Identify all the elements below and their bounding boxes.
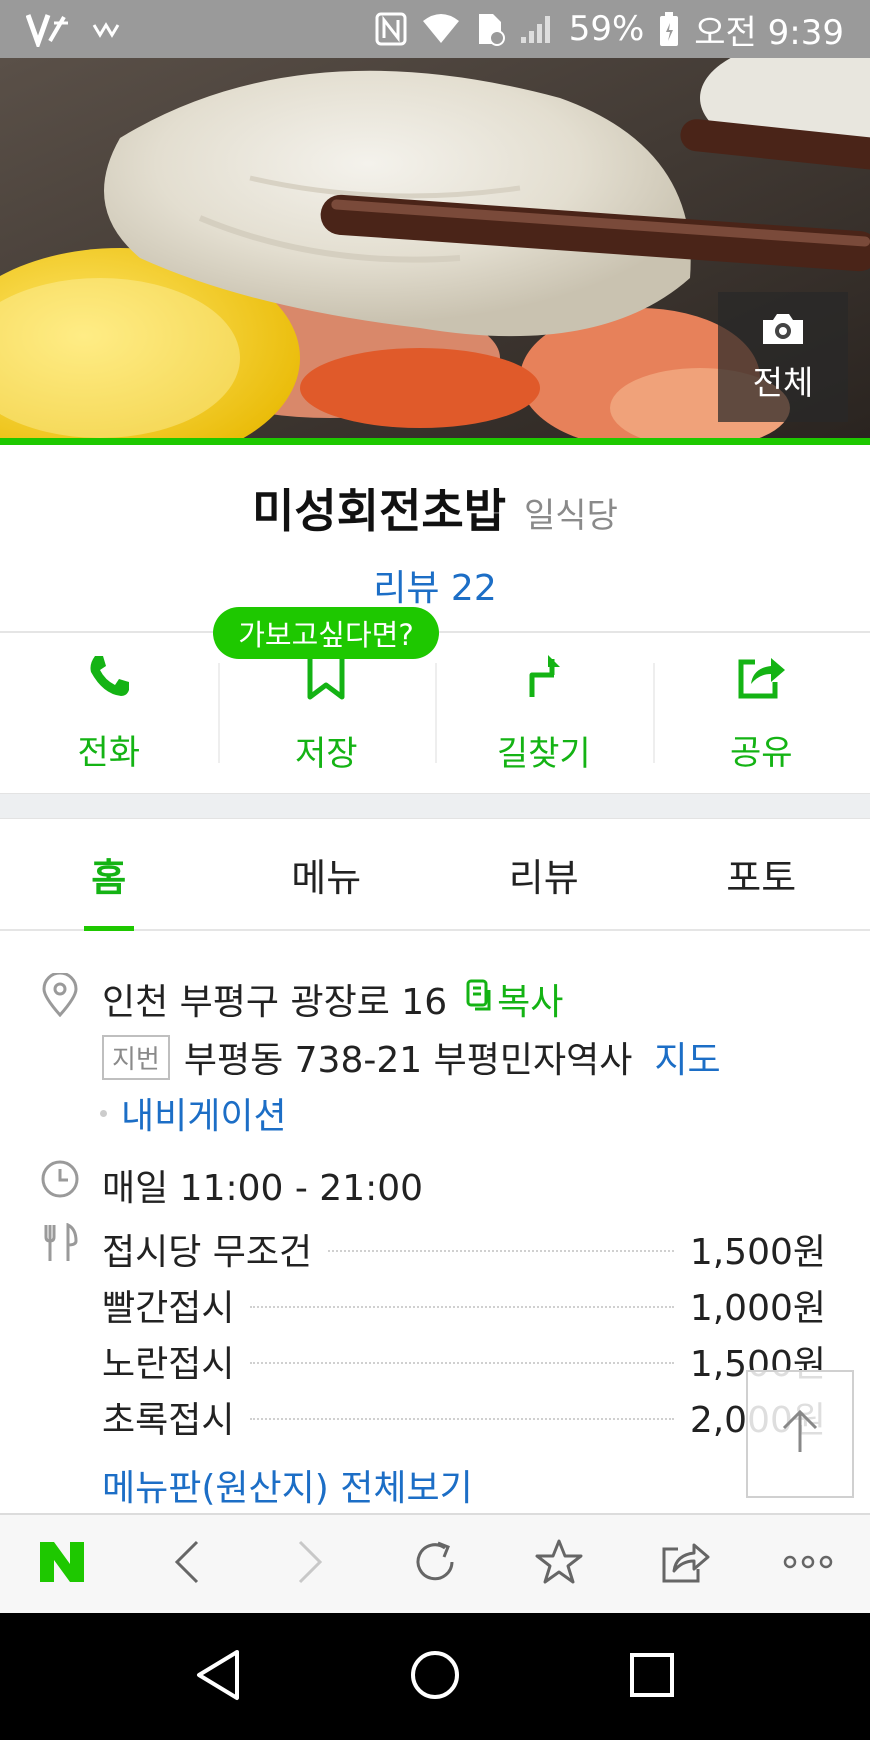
android-back-button[interactable] [173,1632,263,1722]
chevron-right-icon [296,1538,326,1590]
signal-icon [519,13,555,45]
bookmark-icon [304,651,348,710]
share-icon [735,652,787,709]
browser-toolbar [0,1513,870,1613]
android-recents-button[interactable] [607,1632,697,1722]
photo-all-button[interactable]: 전체 [718,292,848,422]
clock: 오전 9:39 [694,12,844,53]
leader-dots [250,1418,674,1420]
map-link[interactable]: 지도 [654,1031,720,1083]
menu-item-price: 1,500원 [689,1232,826,1273]
nfc-icon [375,12,407,46]
business-hours: 매일 11:00 - 21:00 [102,1168,424,1209]
save-tooltip: 가보고싶다면? [213,607,439,659]
naver-logo-icon [38,1540,86,1588]
menu-item-name: 노란접시 [102,1344,235,1385]
copy-icon [465,978,493,1021]
menu-item: 빨간접시 1,000원 [102,1277,826,1333]
navigation-link[interactable]: 내비게이션 [121,1087,287,1139]
android-navigation-bar [0,1613,870,1740]
bookmark-star-button[interactable] [519,1524,599,1604]
road-address: 인천 부평구 광장로 16 복사 [102,973,563,1025]
clock-icon [40,1159,80,1199]
directions-label: 길찾기 [496,734,591,774]
circle-home-icon [408,1648,462,1706]
road-address-text: 인천 부평구 광장로 16 [102,982,448,1023]
more-button[interactable] [768,1524,848,1604]
photo-all-label: 전체 [752,363,814,402]
wifi-icon [421,13,461,45]
leader-dots [328,1250,674,1252]
share-label: 공유 [729,733,793,773]
hero-photo[interactable]: 전체 [0,58,870,438]
directions-icon [520,651,568,710]
section-gap [0,793,870,819]
call-label: 전화 [77,733,141,773]
app-notification-icon [92,19,122,39]
battery-percent: 59% [568,9,645,49]
menu-item-price: 1,000원 [689,1288,826,1329]
more-dots-icon [782,1554,834,1574]
leader-dots [250,1306,674,1308]
status-bar: 59% 오전 9:39 [0,0,870,58]
copy-label: 복사 [497,982,564,1023]
battery-icon [658,11,680,47]
menu-item-name: 초록접시 [102,1400,235,1441]
share-button[interactable]: 공유 [652,633,870,793]
call-button[interactable]: 전화 [0,633,218,793]
back-button[interactable] [146,1524,226,1604]
menu-item-name: 접시당 무조건 [102,1232,313,1273]
review-count-link[interactable]: 리뷰 22 [373,559,497,611]
android-home-button[interactable] [390,1632,480,1722]
leader-dots [250,1362,674,1364]
camera-icon [759,310,807,348]
scroll-to-top-button[interactable] [746,1370,854,1498]
browser-share-button[interactable] [644,1524,724,1604]
place-header: 미성회전초밥 일식당 리뷰 22 [0,445,870,631]
phone-icon [85,652,133,709]
refresh-button[interactable] [395,1524,475,1604]
location-pin-icon [40,971,80,1018]
save-label: 저장 [294,734,358,774]
fork-knife-icon [40,1222,80,1263]
triangle-back-icon [193,1648,243,1706]
carrier-logo-icon [26,11,70,47]
menu-item-name: 빨간접시 [102,1288,235,1329]
square-recents-icon [627,1650,677,1704]
content-tabs: 홈 메뉴 리뷰 포토 [0,819,870,931]
chevron-left-icon [171,1538,201,1590]
copy-address-button[interactable]: 복사 [465,973,563,1025]
tab-review[interactable]: 리뷰 [435,819,653,929]
directions-button[interactable]: 길찾기 [435,633,653,793]
jibun-address-text: 부평동 738-21 부평민자역사 [183,1040,633,1081]
share-icon [658,1539,710,1589]
naver-home-button[interactable] [22,1524,102,1604]
sim-icon [475,12,505,46]
action-bar: 전화 저장 길찾기 공유 [0,633,870,793]
arrow-up-icon [778,1408,822,1460]
refresh-icon [410,1537,460,1591]
menu-item: 초록접시 2,000원 [102,1389,826,1445]
tab-photo[interactable]: 포토 [653,819,870,929]
hero-divider [0,438,870,445]
bullet-dot [100,1109,107,1117]
forward-button[interactable] [271,1524,351,1604]
place-category: 일식당 [524,496,618,536]
navigation-link-row: 내비게이션 [100,1087,287,1139]
jibun-badge: 지번 [102,1034,170,1080]
menu-item: 접시당 무조건 1,500원 [102,1221,826,1277]
star-icon [534,1538,584,1590]
tab-home[interactable]: 홈 [0,819,218,931]
jibun-address: 지번 부평동 738-21 부평민자역사 지도 [102,1031,721,1083]
place-name: 미성회전초밥 [252,484,507,538]
menu-board-link[interactable]: 메뉴판(원산지) 전체보기 [102,1459,473,1511]
menu-list: 접시당 무조건 1,500원 빨간접시 1,000원 노란접시 1,500원 초… [102,1221,826,1445]
tab-menu[interactable]: 메뉴 [218,819,436,929]
menu-item: 노란접시 1,500원 [102,1333,826,1389]
